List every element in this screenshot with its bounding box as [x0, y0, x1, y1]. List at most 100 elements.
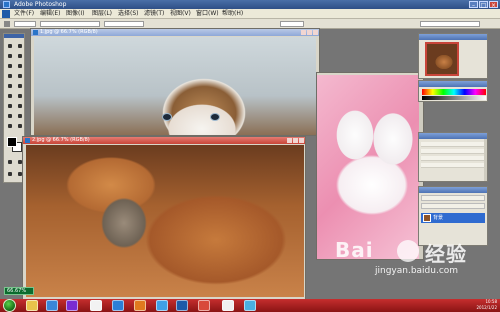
- lasso-tool-icon[interactable]: [6, 52, 14, 60]
- history-state[interactable]: [421, 163, 485, 168]
- taskbar: 10:58 2012/1/22: [0, 299, 500, 312]
- history-state[interactable]: [421, 142, 485, 147]
- maximize-icon[interactable]: [293, 138, 298, 143]
- minimize-icon[interactable]: [301, 30, 306, 35]
- media-player-icon[interactable]: [46, 300, 58, 311]
- menu-window[interactable]: 窗口(W): [196, 9, 219, 19]
- ie-icon[interactable]: [112, 300, 124, 311]
- document-window-kitten[interactable]: 1.jpg @ 66.7% (RGB/8): [30, 28, 320, 136]
- document-titlebar[interactable]: 2.jpg @ 66.7% (RGB/8): [23, 137, 305, 144]
- maximize-icon[interactable]: □: [479, 1, 488, 9]
- date[interactable]: 2012/1/22: [451, 305, 497, 311]
- photoshop-icon: [2, 10, 10, 18]
- move-tool-icon[interactable]: [16, 42, 24, 50]
- qq-icon[interactable]: [90, 300, 102, 311]
- document-window-dog-cat[interactable]: 2.jpg @ 66.7% (RGB/8): [22, 136, 306, 300]
- foreground-color-swatch[interactable]: [7, 137, 17, 147]
- kitten-image: [34, 37, 316, 135]
- color-spectrum[interactable]: [422, 89, 486, 95]
- photoshop-icon[interactable]: [176, 300, 188, 311]
- quickmask-icon[interactable]: [6, 158, 14, 166]
- minimize-icon[interactable]: –: [469, 1, 478, 9]
- menu-help[interactable]: 帮助(H): [222, 9, 243, 19]
- app-icon[interactable]: [222, 300, 234, 311]
- zoom-readout[interactable]: 66.67%: [4, 287, 34, 295]
- navigator-panel: [418, 33, 488, 79]
- document-title: 2.jpg @ 66.7% (RGB/8): [32, 137, 90, 143]
- opacity-field[interactable]: [421, 203, 485, 209]
- shape-tool-icon[interactable]: [16, 112, 24, 120]
- app-icon[interactable]: [244, 300, 256, 311]
- pen-tool-icon[interactable]: [6, 112, 14, 120]
- explorer-icon[interactable]: [26, 300, 38, 311]
- document-titlebar[interactable]: 1.jpg @ 66.7% (RGB/8): [31, 29, 319, 36]
- menu-image[interactable]: 图像(I): [66, 9, 84, 19]
- crop-icon[interactable]: [6, 62, 14, 70]
- system-tray: 10:58 2012/1/22: [451, 299, 497, 312]
- puppies-image: [317, 75, 423, 259]
- kitten-eye: [210, 113, 220, 121]
- panel-tab[interactable]: [419, 133, 487, 139]
- color-panel: [418, 80, 488, 102]
- status-bar: 66.67%: [0, 283, 500, 299]
- firefox-icon[interactable]: [134, 300, 146, 311]
- app-icon[interactable]: [66, 300, 78, 311]
- menu-file[interactable]: 文件(F): [14, 9, 34, 19]
- stamp-tool-icon[interactable]: [6, 82, 14, 90]
- history-brush-icon[interactable]: [16, 82, 24, 90]
- layer-thumbnail: [423, 214, 431, 222]
- blend-mode-select[interactable]: [421, 195, 485, 201]
- history-panel: [418, 132, 488, 182]
- history-state[interactable]: [421, 156, 485, 161]
- panel-tab[interactable]: [419, 187, 487, 193]
- magic-wand-icon[interactable]: [16, 52, 24, 60]
- option-field[interactable]: [280, 21, 304, 27]
- menu-layer[interactable]: 图层(L): [92, 9, 112, 19]
- marquee-tool-icon[interactable]: [6, 42, 14, 50]
- brush-icon[interactable]: [16, 72, 24, 80]
- app-icon[interactable]: [198, 300, 210, 311]
- palette-well[interactable]: [420, 21, 480, 27]
- menu-edit[interactable]: 编辑(E): [40, 9, 60, 19]
- close-icon[interactable]: [299, 138, 304, 143]
- menu-view[interactable]: 视图(V): [170, 9, 191, 19]
- close-icon[interactable]: [313, 30, 318, 35]
- app-titlebar: Adobe Photoshop – □ ×: [0, 0, 500, 9]
- app-icon[interactable]: [156, 300, 168, 311]
- photoshop-icon: [33, 30, 38, 35]
- layers-panel: 背景: [418, 186, 488, 246]
- hand-tool-icon[interactable]: [6, 122, 14, 130]
- navigator-thumbnail[interactable]: [425, 42, 459, 76]
- panel-scrollbar[interactable]: [484, 139, 487, 181]
- history-state[interactable]: [421, 149, 485, 154]
- option-field[interactable]: [104, 21, 144, 27]
- option-field[interactable]: [40, 21, 100, 27]
- eraser-icon[interactable]: [6, 92, 14, 100]
- zoom-tool-icon[interactable]: [16, 122, 24, 130]
- tool-preset-icon[interactable]: [4, 21, 10, 27]
- text-tool-icon[interactable]: [6, 102, 14, 110]
- document-controls: [287, 138, 304, 143]
- path-select-icon[interactable]: [16, 102, 24, 110]
- panel-tab[interactable]: [419, 81, 487, 87]
- start-orb-icon[interactable]: [3, 299, 16, 312]
- slice-tool-icon[interactable]: [16, 62, 24, 70]
- toolbox-grip[interactable]: [4, 34, 24, 38]
- healing-brush-icon[interactable]: [6, 72, 14, 80]
- kitten-eye: [162, 113, 172, 121]
- panel-tab[interactable]: [419, 34, 487, 40]
- minimize-icon[interactable]: [287, 138, 292, 143]
- menu-filter[interactable]: 滤镜(T): [144, 9, 164, 19]
- gray-ramp[interactable]: [422, 96, 486, 100]
- document-window-puppies[interactable]: [316, 72, 424, 260]
- screen-mode-icon[interactable]: [6, 170, 14, 178]
- menu-select[interactable]: 选择(S): [118, 9, 139, 19]
- layer-row[interactable]: 背景: [421, 213, 485, 223]
- gradient-tool-icon[interactable]: [16, 92, 24, 100]
- maximize-icon[interactable]: [307, 30, 312, 35]
- close-icon[interactable]: ×: [489, 1, 498, 9]
- option-field[interactable]: [14, 21, 36, 27]
- desktop-screen: Adobe Photoshop – □ × 文件(F) 编辑(E) 图像(I) …: [0, 0, 500, 312]
- photoshop-icon: [3, 1, 10, 8]
- watermark-logo: Bai: [335, 238, 374, 262]
